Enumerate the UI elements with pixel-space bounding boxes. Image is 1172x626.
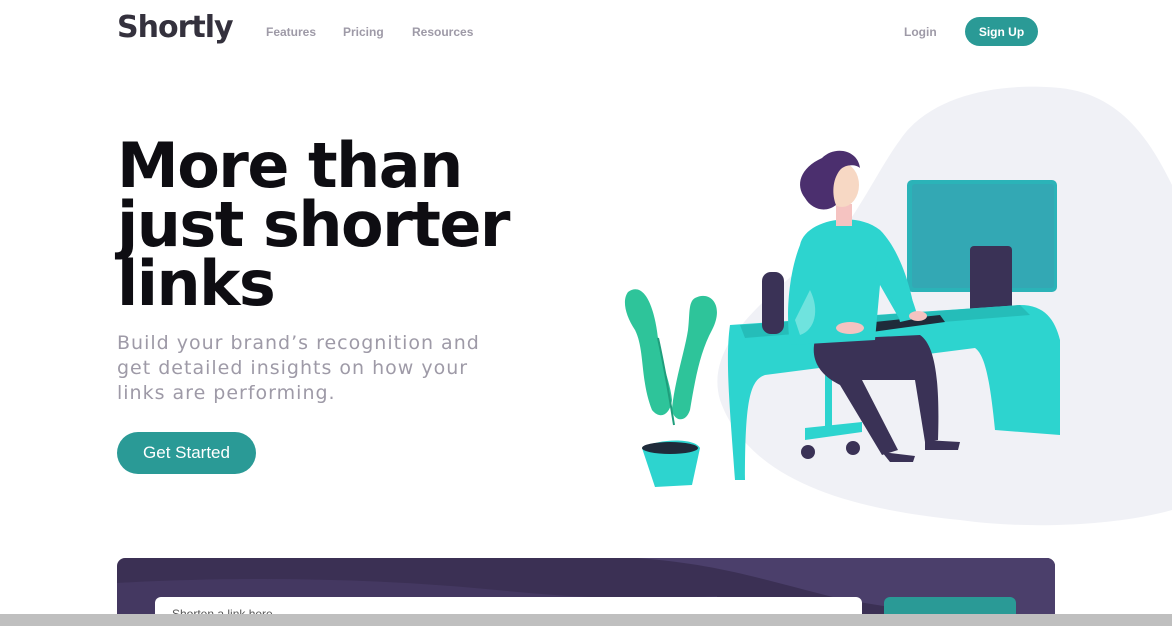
bottom-strip [0, 614, 1172, 626]
login-link[interactable]: Login [904, 25, 937, 39]
plant-leaves [624, 289, 672, 416]
nav-link-resources[interactable]: Resources [412, 25, 473, 39]
logo[interactable]: Shortly [117, 10, 234, 45]
nav-link-pricing[interactable]: Pricing [343, 25, 384, 39]
hero-title: More than just shorter links [117, 129, 511, 320]
background-blob [717, 86, 1172, 526]
hero-subtitle: Build your brand’s recognition and get d… [117, 332, 480, 404]
hand [836, 322, 864, 334]
person-working-illustration [624, 86, 1172, 526]
sign-up-button[interactable]: Sign Up [965, 17, 1038, 46]
nav-link-features[interactable]: Features [266, 25, 316, 39]
chair-back [762, 272, 784, 334]
get-started-button[interactable]: Get Started [117, 432, 256, 474]
